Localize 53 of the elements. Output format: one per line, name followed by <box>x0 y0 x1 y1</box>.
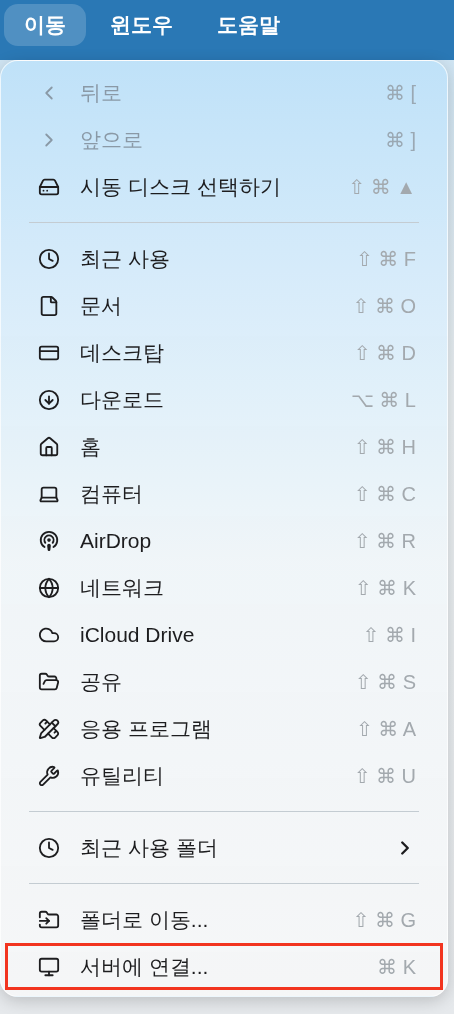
menu-item-label: AirDrop <box>80 528 153 553</box>
menu-item[interactable]: 유틸리티 ⇧ ⌘ U <box>5 752 443 799</box>
menu-item[interactable]: 데스크탑 ⇧ ⌘ D <box>5 329 443 376</box>
shortcut-label: ⌘ ] <box>384 127 416 152</box>
shortcut-label: ⌘ K <box>377 954 416 979</box>
shortcut-label: ⇧ ⌘ S <box>354 669 416 694</box>
shortcut-label: ⇧ ⌘ U <box>353 763 416 788</box>
menu-item-label: 유틸리티 <box>80 762 165 789</box>
shortcut-label: ⇧ ⌘ G <box>352 907 416 932</box>
shortcut-label: ⇧ ⌘ O <box>352 293 416 318</box>
menu-item[interactable]: 홈 ⇧ ⌘ H <box>5 423 443 470</box>
shortcut-label: ⇧ ⌘ H <box>353 434 416 459</box>
menu-item-label: 시동 디스크 선택하기 <box>80 173 282 200</box>
menu-item-label: 네트워크 <box>80 574 165 601</box>
menu-bar-item[interactable]: 윈도우 <box>90 4 193 46</box>
menu-item[interactable]: 네트워크 ⇧ ⌘ K <box>5 564 443 611</box>
menu-item[interactable]: 컴퓨터 ⇧ ⌘ C <box>5 470 443 517</box>
shortcut-label: ⇧ ⌘ I <box>362 622 416 647</box>
menu-item-label: 최근 사용 폴더 <box>80 834 219 861</box>
menu-item-label: 데스크탑 <box>80 339 165 366</box>
menu-item[interactable]: AirDrop ⇧ ⌘ R <box>5 517 443 564</box>
menu-item-label: 최근 사용 <box>80 245 171 272</box>
menu-item-label: 폴더로 이동... <box>80 906 210 933</box>
menu-item-label: iCloud Drive <box>80 622 196 647</box>
shortcut-label: ⇧ ⌘ R <box>353 528 416 553</box>
menu-item[interactable]: 공유 ⇧ ⌘ S <box>5 658 443 705</box>
menu-item[interactable]: 응용 프로그램 ⇧ ⌘ A <box>5 705 443 752</box>
menu-item[interactable]: 서버에 연결... ⌘ K <box>5 943 443 990</box>
shortcut-label: ⌥ ⌘ L <box>350 387 416 412</box>
shortcut-label: ⇧ ⌘ D <box>353 340 416 365</box>
shortcut-label: ⇧ ⌘ A <box>355 716 416 741</box>
shortcut-label: ⇧ ⌘ C <box>353 481 416 506</box>
menu-item-label: 서버에 연결... <box>80 953 210 980</box>
shortcut-label: ⇧ ⌘ ▲ <box>348 174 416 199</box>
menu-item[interactable]: 폴더로 이동... ⇧ ⌘ G <box>5 896 443 943</box>
menu-item[interactable]: 시동 디스크 선택하기 ⇧ ⌘ ▲ <box>5 163 443 210</box>
menu-bar-item[interactable]: 도움말 <box>197 4 300 46</box>
menu-item[interactable]: 최근 사용 ⇧ ⌘ F <box>5 235 443 282</box>
menu-item-label: 응용 프로그램 <box>80 715 213 742</box>
menu-item-label: 뒤로 <box>80 79 123 106</box>
menu-item-label: 공유 <box>80 668 123 695</box>
shortcut-label: ⌘ [ <box>384 80 416 105</box>
menu-item-label: 앞으로 <box>80 126 144 153</box>
menu-item-label: 문서 <box>80 292 123 319</box>
menu-item[interactable]: iCloud Drive ⇧ ⌘ I <box>5 611 443 658</box>
menu-item[interactable]: 문서 ⇧ ⌘ O <box>5 282 443 329</box>
menu-item[interactable]: 최근 사용 폴더 <box>5 824 443 871</box>
shortcut-label: ⇧ ⌘ K <box>354 575 416 600</box>
shortcut-label: ⇧ ⌘ F <box>355 246 416 271</box>
menu-item-label: 컴퓨터 <box>80 480 144 507</box>
menu-item-label: 홈 <box>80 433 102 460</box>
menu-item[interactable]: 다운로드 ⌥ ⌘ L <box>5 376 443 423</box>
menu-item-label: 다운로드 <box>80 386 165 413</box>
